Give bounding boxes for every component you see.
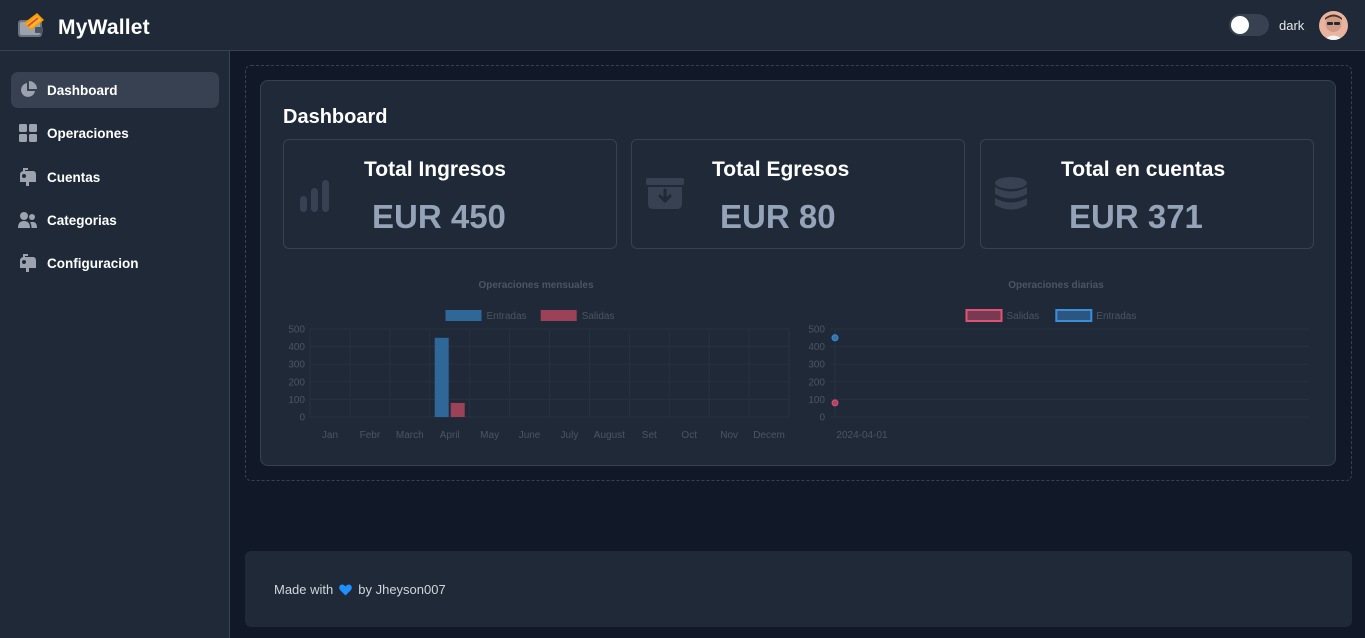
stat-value: EUR 450 <box>372 198 506 235</box>
y-tick-label: 100 <box>288 395 305 406</box>
footer: Made with by Jheyson007 <box>245 551 1352 627</box>
x-tick-label: May <box>480 430 499 441</box>
app-title: MyWallet <box>58 15 150 39</box>
y-tick-label: 100 <box>808 395 825 406</box>
users-icon <box>18 211 37 230</box>
x-tick-label: April <box>440 430 460 441</box>
monthly-operations-chart: Operaciones mensuales Entradas Salidas 0 100… <box>288 280 790 441</box>
point-salidas <box>831 399 839 407</box>
x-tick-label: July <box>561 430 579 441</box>
stat-value: EUR 371 <box>1069 198 1203 235</box>
toggle-knob <box>1231 16 1249 34</box>
database-icon <box>993 176 1029 216</box>
stat-title: Total en cuentas <box>1061 158 1226 181</box>
sidebar-item-label: Dashboard <box>47 82 118 98</box>
theme-label: dark <box>1279 18 1305 33</box>
stat-card-ingresos: Total Ingresos EUR 450 <box>283 139 617 249</box>
heart-icon <box>339 584 353 596</box>
y-tick-label: 400 <box>808 342 825 353</box>
legend-swatch <box>445 310 482 321</box>
stat-card-cuentas: Total en cuentas EUR 371 <box>980 139 1314 249</box>
avatar[interactable] <box>1319 11 1348 40</box>
y-tick-label: 500 <box>288 325 305 336</box>
y-tick-label: 300 <box>808 360 825 371</box>
legend-label: Entradas <box>1096 311 1136 322</box>
y-tick-label: 300 <box>288 360 305 371</box>
wallet-logo-icon <box>17 11 47 44</box>
bar-entradas <box>434 337 449 417</box>
x-tick-label: March <box>396 430 424 441</box>
y-tick-label: 200 <box>288 377 305 388</box>
legend-swatch <box>965 309 1003 322</box>
y-tick-label: 400 <box>288 342 305 353</box>
legend-label: Salidas <box>1007 311 1040 322</box>
daily-operations-chart: Operaciones diarias Salidas Entradas 0 100 20… <box>808 280 1309 441</box>
page-title: Dashboard <box>283 106 388 128</box>
footer-prefix: Made with <box>274 582 334 597</box>
grid-icon <box>18 124 37 143</box>
footer-credits: Made with by Jheyson007 <box>274 582 446 597</box>
brand[interactable]: MyWallet <box>17 11 150 44</box>
sidebar-item-configuracion[interactable]: Configuracion <box>11 245 219 281</box>
bar-chart-icon <box>296 176 332 216</box>
x-tick-label: Set <box>642 430 657 441</box>
chart-title: Operaciones diarias <box>1008 280 1104 291</box>
x-tick-label: Jan <box>322 430 338 441</box>
y-tick-label: 0 <box>299 413 305 424</box>
y-tick-label: 200 <box>808 377 825 388</box>
x-tick-label: 2024-04-01 <box>836 430 888 441</box>
x-tick-label: Febr <box>360 430 381 441</box>
bar-salidas <box>450 402 465 417</box>
chart-title: Operaciones mensuales <box>478 280 593 291</box>
stat-card-egresos: Total Egresos EUR 80 <box>631 139 965 249</box>
pie-chart-icon <box>18 81 37 100</box>
legend-label: Salidas <box>582 311 615 322</box>
sidebar-item-categorias[interactable]: Categorias <box>11 202 219 238</box>
stat-title: Total Egresos <box>712 158 850 181</box>
x-tick-label: Oct <box>681 430 697 441</box>
mailbox-icon <box>18 168 37 187</box>
sidebar-item-operaciones[interactable]: Operaciones <box>11 115 219 151</box>
footer-suffix: by Jheyson007 <box>358 582 446 597</box>
sidebar-item-label: Configuracion <box>47 255 139 271</box>
legend-label: Entradas <box>487 311 527 322</box>
top-bar: MyWallet dark <box>0 0 1365 51</box>
point-entradas <box>831 334 839 342</box>
x-tick-label: August <box>594 430 625 441</box>
sidebar-item-label: Operaciones <box>47 125 129 141</box>
sidebar-item-cuentas[interactable]: Cuentas <box>11 159 219 195</box>
y-tick-label: 500 <box>808 325 825 336</box>
theme-toggle[interactable] <box>1229 14 1269 36</box>
mailbox-icon <box>18 254 37 273</box>
x-tick-label: June <box>519 430 541 441</box>
archive-icon <box>644 176 684 216</box>
legend-swatch <box>1055 309 1093 322</box>
stat-title: Total Ingresos <box>364 158 506 181</box>
stat-value: EUR 80 <box>720 198 836 235</box>
sidebar-item-label: Categorias <box>47 212 117 228</box>
x-tick-label: Decem <box>753 430 785 441</box>
sidebar-item-label: Cuentas <box>47 169 101 185</box>
y-tick-label: 0 <box>819 413 825 424</box>
sidebar-item-dashboard[interactable]: Dashboard <box>11 72 219 108</box>
x-tick-label: Nov <box>720 430 738 441</box>
legend-swatch <box>540 310 577 321</box>
